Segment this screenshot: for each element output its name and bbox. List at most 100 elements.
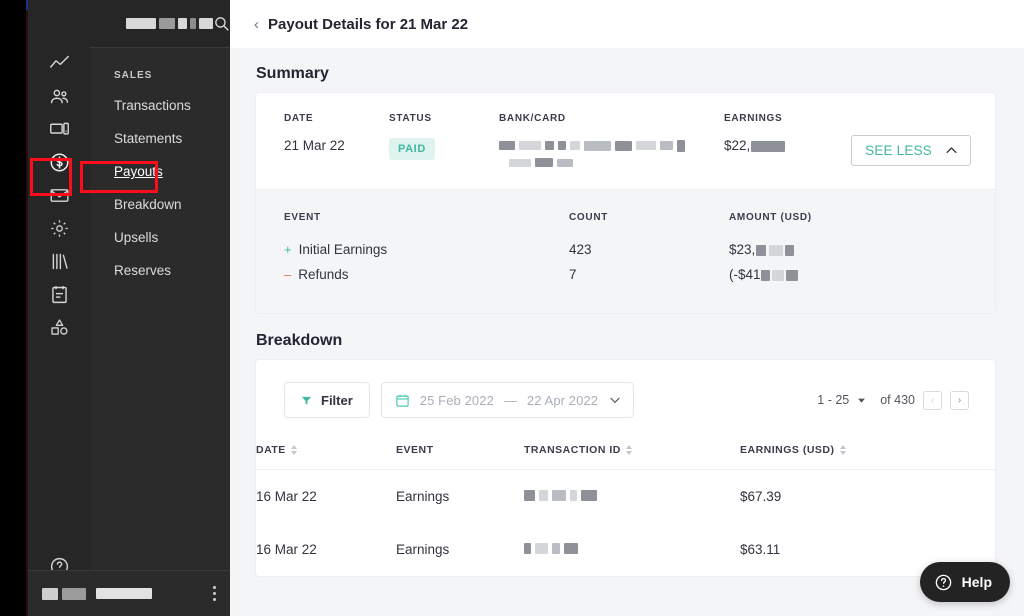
summary-date-col: DATE 21 Mar 22 [284,113,389,153]
sort-icon[interactable] [290,445,297,455]
sidebar-header [90,0,230,47]
content-scroll-area: Summary DATE 21 Mar 22 STATUS PAID BANK/… [230,48,1024,616]
user-name-redacted [42,587,152,600]
chevron-down-icon[interactable] [857,396,866,405]
breakdown-table: DATE EVENT TRANSACTION ID EARNINGS (USD)… [256,444,995,576]
search-icon[interactable] [213,15,230,32]
summary-bank-col: BANK/CARD [499,113,724,167]
see-less-button[interactable]: SEE LESS [851,135,971,166]
cell-event: Earnings [396,489,450,504]
see-less-label: SEE LESS [865,143,932,158]
devices-icon[interactable] [28,113,90,146]
date-to: 22 Apr 2022 [526,392,599,408]
envelope-icon[interactable] [28,179,90,212]
funnel-icon [301,396,312,405]
cell-earnings: $67.39 [740,489,782,504]
sidebar-section-label: SALES [114,70,153,81]
cell-event: Earnings [396,542,450,557]
shapes-icon[interactable] [28,311,90,344]
events-amount-label: AMOUNT (USD) [729,212,812,223]
th-date[interactable]: DATE [256,444,396,470]
question-circle-icon [935,574,951,590]
event-row-refunds: – Refunds 7 (-$41 [284,262,967,287]
summary-date-label: DATE [284,113,314,124]
date-from: 25 Feb 2022 [419,392,494,408]
help-button[interactable]: Help [919,562,1010,602]
sidebar-item-breakdown[interactable]: Breakdown [90,188,230,221]
app-window: SALES Transactions Statements Payouts Br… [0,0,1024,616]
table-row[interactable]: 16 Mar 22 Earnings $67.39 [256,470,995,524]
filter-button[interactable]: Filter [284,382,370,418]
help-label: Help [961,574,992,590]
page-title: Payout Details for 21 Mar 22 [268,15,469,33]
event-label: Refunds [298,267,349,282]
table-header-row: DATE EVENT TRANSACTION ID EARNINGS (USD) [256,444,995,470]
page-total: of 430 [880,393,915,407]
summary-earnings-value: $22, [724,138,842,153]
cell-date: 16 Mar 22 [256,542,317,557]
pagination: 1 - 25 of 430 ‹ › [817,390,969,410]
summary-bank-value-redacted [499,138,724,167]
event-count-cell: 7 [569,267,577,282]
table-row[interactable]: 16 Mar 22 Earnings $63.11 [256,523,995,576]
summary-date-value: 21 Mar 22 [284,138,345,153]
gear-icon[interactable] [28,212,90,245]
event-label: Initial Earnings [298,242,388,257]
books-icon[interactable] [28,245,90,278]
summary-events-section: EVENT COUNT AMOUNT (USD) + Initial Earni… [256,189,995,313]
summary-top-row: DATE 21 Mar 22 STATUS PAID BANK/CARD EAR… [256,93,995,189]
th-earnings[interactable]: EARNINGS (USD) [740,444,995,470]
chevron-down-icon [610,397,620,403]
prev-page-button[interactable]: ‹ [923,390,942,410]
sidebar-item-transactions[interactable]: Transactions [90,89,230,122]
summary-card: DATE 21 Mar 22 STATUS PAID BANK/CARD EAR… [256,93,995,313]
cell-transaction-id [524,523,740,576]
user-footer-bar[interactable] [28,570,230,616]
minus-sign-icon: – [284,267,292,282]
events-count-label: COUNT [569,212,609,223]
sidebar-item-statements[interactable]: Statements [90,122,230,155]
main-content: ‹ Payout Details for 21 Mar 22 Summary D… [230,0,1024,616]
breakdown-toolbar: Filter 25 Feb 2022 — 22 Apr 2022 1 - 25 … [256,382,995,418]
chevron-up-icon [946,147,957,153]
clipboard-icon[interactable] [28,278,90,311]
event-count-cell: 423 [569,242,592,257]
people-icon[interactable] [28,80,90,113]
summary-earnings-col: EARNINGS $22, [724,113,842,153]
chevron-left-icon[interactable]: ‹ [254,17,259,32]
sort-icon[interactable] [839,445,846,455]
date-range-picker[interactable]: 25 Feb 2022 — 22 Apr 2022 [380,382,635,418]
next-page-button[interactable]: › [950,390,969,410]
event-name-cell: + Initial Earnings [284,237,569,262]
plus-sign-icon: + [284,242,292,257]
summary-section-title: Summary [256,65,329,82]
dollar-circle-icon[interactable] [28,146,90,179]
th-transaction-id[interactable]: TRANSACTION ID [524,444,740,470]
left-gutter [0,0,28,616]
sidebar-item-payouts[interactable]: Payouts [90,155,230,188]
th-event: EVENT [396,444,524,470]
breakdown-section-title: Breakdown [256,332,343,349]
sidebar-item-upsells[interactable]: Upsells [90,221,230,254]
sidebar-nav: SALES Transactions Statements Payouts Br… [90,0,230,616]
event-row-initial-earnings: + Initial Earnings 423 $23, [284,237,967,262]
summary-status-col: STATUS PAID [389,113,499,160]
events-header-row: EVENT COUNT AMOUNT (USD) [284,212,967,223]
chart-line-icon[interactable] [28,47,90,80]
vertical-dots-icon[interactable] [209,582,220,605]
events-event-label: EVENT [284,212,321,223]
sort-icon[interactable] [625,445,632,455]
breakdown-card: Filter 25 Feb 2022 — 22 Apr 2022 1 - 25 … [256,360,995,576]
summary-earnings-label: EARNINGS [724,113,783,124]
event-amount-cell: $23, [729,237,909,262]
page-topbar: ‹ Payout Details for 21 Mar 22 [230,0,1024,48]
sidebar-bottom-spacer [90,287,230,616]
logo-redacted [126,18,213,29]
summary-bank-label: BANK/CARD [499,113,566,124]
calendar-icon [396,394,409,407]
date-dash: — [503,392,517,408]
filter-label: Filter [321,392,353,408]
sidebar-item-reserves[interactable]: Reserves [90,254,230,287]
summary-status-label: STATUS [389,113,432,124]
status-badge: PAID [389,138,435,160]
